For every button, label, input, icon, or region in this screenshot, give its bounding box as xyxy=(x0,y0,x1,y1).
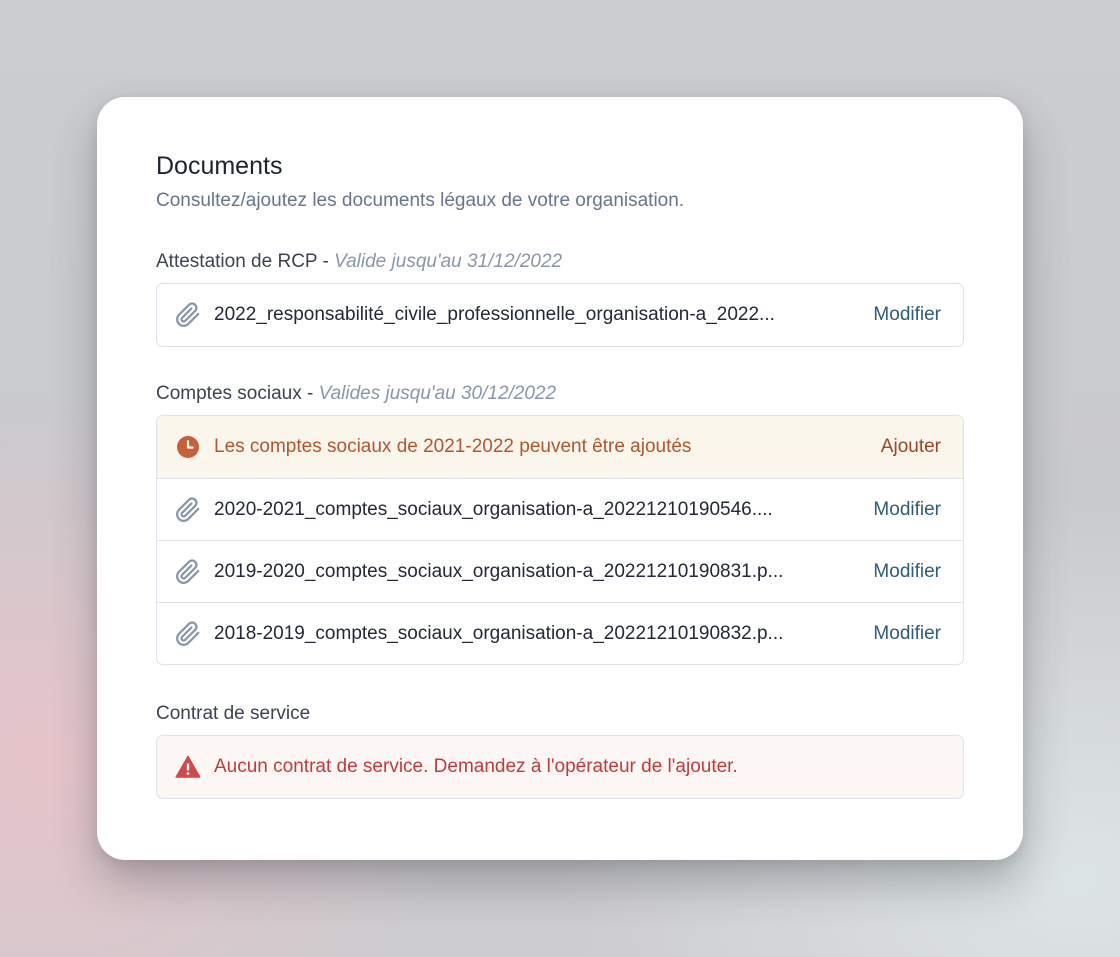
paperclip-icon xyxy=(175,302,201,328)
modify-button[interactable]: Modifier xyxy=(873,499,941,521)
file-name[interactable]: 2020-2021_comptes_sociaux_organisation-a… xyxy=(214,499,841,521)
error-notice-text: Aucun contrat de service. Demandez à l'o… xyxy=(214,756,738,777)
modify-button[interactable]: Modifier xyxy=(873,304,941,326)
card-subtitle: Consultez/ajoutez les documents légaux d… xyxy=(156,190,685,211)
paperclip-icon xyxy=(175,558,201,585)
paperclip-icon xyxy=(175,620,201,647)
modify-button[interactable]: Modifier xyxy=(873,561,941,583)
paperclip-icon xyxy=(175,496,201,523)
validity-text: Valides jusqu'au 30/12/2022 xyxy=(318,383,557,404)
modify-button[interactable]: Modifier xyxy=(873,623,941,645)
contrat-status-box: Aucun contrat de service. Demandez à l'o… xyxy=(156,735,964,799)
comptes-sociaux-file-list: Les comptes sociaux de 2021-2022 peuvent… xyxy=(156,415,964,665)
error-notice-row: Aucun contrat de service. Demandez à l'o… xyxy=(157,736,963,798)
file-row: 2022_responsabilité_civile_professionnel… xyxy=(157,284,963,346)
section-title: Attestation de RCP xyxy=(156,251,318,272)
pending-notice-text: Les comptes sociaux de 2021-2022 peuvent… xyxy=(214,436,692,457)
section-title: Contrat de service xyxy=(156,703,311,724)
section-separator: - xyxy=(317,251,335,272)
file-row: 2020-2021_comptes_sociaux_organisation-a… xyxy=(157,478,963,540)
section-label-comptes-sociaux: Comptes sociaux - Valides jusqu'au 30/12… xyxy=(156,381,964,407)
card-title: Documents xyxy=(156,152,283,180)
file-name[interactable]: 2019-2020_comptes_sociaux_organisation-a… xyxy=(214,561,841,583)
section-label-rcp: Attestation de RCP - Valide jusqu'au 31/… xyxy=(156,249,964,275)
clock-icon xyxy=(175,434,201,460)
section-title: Comptes sociaux xyxy=(156,383,302,404)
warning-triangle-icon xyxy=(175,754,201,780)
section-label-contrat: Contrat de service xyxy=(156,701,964,727)
file-name[interactable]: 2022_responsabilité_civile_professionnel… xyxy=(214,304,841,326)
file-row: 2019-2020_comptes_sociaux_organisation-a… xyxy=(157,540,963,602)
file-row: 2018-2019_comptes_sociaux_organisation-a… xyxy=(157,602,963,664)
rcp-file-list: 2022_responsabilité_civile_professionnel… xyxy=(156,283,964,347)
documents-card: Documents Consultez/ajoutez les document… xyxy=(97,97,1023,860)
section-separator: - xyxy=(301,383,319,404)
add-button[interactable]: Ajouter xyxy=(881,436,941,458)
pending-notice-row: Les comptes sociaux de 2021-2022 peuvent… xyxy=(157,416,963,478)
file-name[interactable]: 2018-2019_comptes_sociaux_organisation-a… xyxy=(214,623,841,645)
validity-text: Valide jusqu'au 31/12/2022 xyxy=(334,251,563,272)
